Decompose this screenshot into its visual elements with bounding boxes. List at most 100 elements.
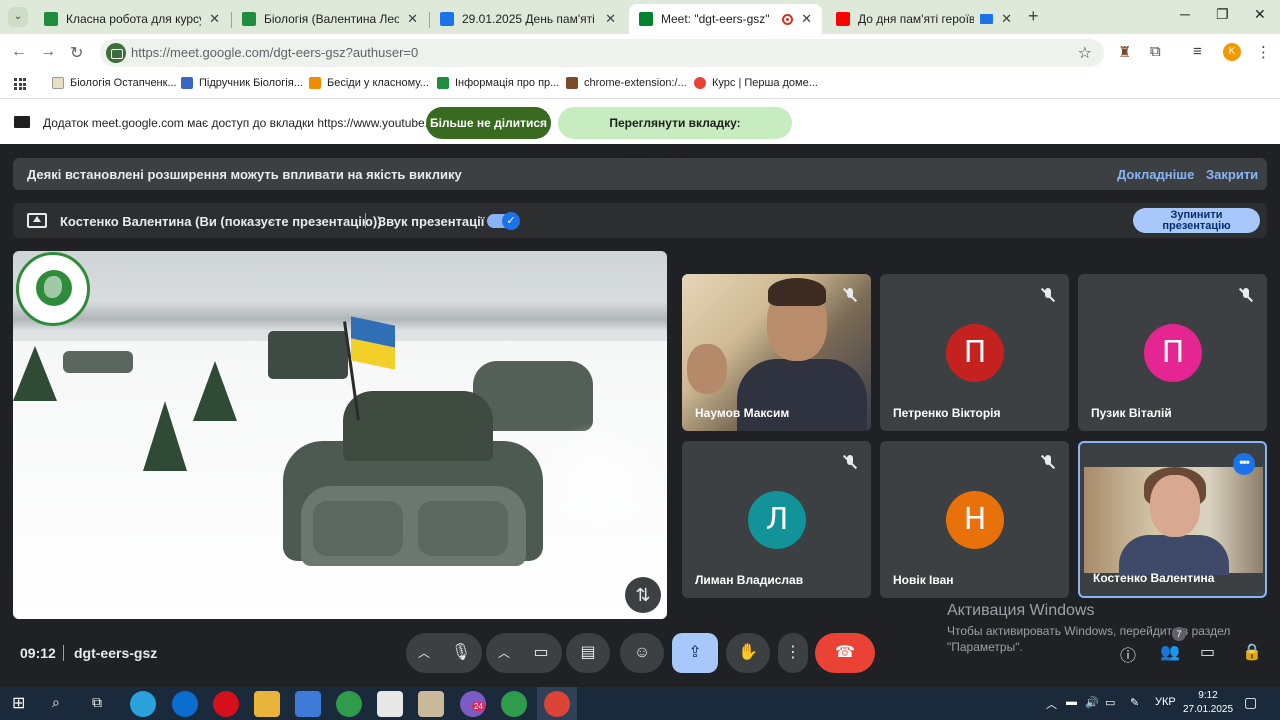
leave-call-button[interactable]: ☎	[815, 633, 875, 673]
apps-grid-icon[interactable]	[14, 78, 26, 90]
back-icon[interactable]: ←	[11, 43, 27, 61]
tab-heroes-day[interactable]: 29.01.2025 День пам'яті Героїв ✕	[430, 4, 626, 34]
profile-avatar[interactable]: K	[1223, 43, 1241, 61]
extensions-puzzle-icon[interactable]: ⧉	[1150, 43, 1161, 60]
meeting-info-icon[interactable]: ⓘ	[1120, 642, 1136, 666]
bookmark-star-icon[interactable]: ☆	[1078, 43, 1092, 63]
close-warning-link[interactable]: Закрити	[1206, 167, 1258, 182]
stop-presenting-button[interactable]: Зупинити презентацію	[1133, 208, 1260, 233]
extensions-warning-bar: Деякі встановлені розширення можуть впли…	[13, 158, 1267, 190]
participant-tile[interactable]: Наумов Максим	[682, 274, 871, 431]
trident-icon	[181, 77, 193, 89]
raise-hand-button[interactable]: ✋	[726, 633, 770, 673]
participant-tile[interactable]: Н Новік Іван	[880, 441, 1069, 598]
host-controls-icon[interactable]: 🔒	[1242, 642, 1262, 662]
search-icon[interactable]: ⌕	[52, 694, 60, 711]
camera-options-chevron-icon[interactable]: ︿	[484, 633, 524, 673]
mail-icon[interactable]	[295, 691, 321, 717]
file-explorer-icon[interactable]	[254, 691, 280, 717]
present-button[interactable]: ⇪	[672, 633, 718, 673]
site-info-icon[interactable]	[106, 43, 126, 63]
participant-tile[interactable]: П Петренко Вікторія	[880, 274, 1069, 431]
docs-icon	[440, 12, 454, 26]
battery-icon[interactable]: ▬	[1066, 696, 1077, 708]
hang-up-icon: ☎	[835, 644, 855, 661]
participant-tile[interactable]: П Пузик Віталій	[1078, 274, 1267, 431]
chrome-icon[interactable]	[501, 691, 527, 717]
tab-biology[interactable]: Біологія (Валентина Леонідівн ✕	[232, 4, 428, 34]
minimize-button[interactable]: ─	[1180, 6, 1190, 22]
participant-tile[interactable]: Л Лиман Владислав	[682, 441, 871, 598]
swap-layout-button[interactable]: ⇅	[625, 577, 661, 613]
truck-shape	[268, 331, 348, 379]
presentation-sound-toggle[interactable]: ✓	[487, 212, 520, 230]
participant-name: Новік Іван	[893, 573, 954, 587]
chat-icon[interactable]: ▭	[1200, 642, 1215, 662]
close-tab-icon[interactable]: ✕	[407, 11, 418, 27]
tab-classwork[interactable]: Класна робота для курсу "76 ✕	[34, 4, 230, 34]
notifications-icon[interactable]: ▢	[1244, 694, 1257, 711]
tree-shape	[193, 361, 237, 421]
mic-options-chevron-icon[interactable]: ︿	[404, 633, 444, 673]
meeting-code: dgt-eers-gsz	[74, 645, 158, 661]
presentation-sound-label: Звук презентації	[378, 214, 485, 229]
bookmark-item[interactable]: Інформація про пр...	[437, 77, 559, 89]
maximize-button[interactable]: ❐	[1216, 6, 1229, 23]
avatar: П	[1144, 324, 1202, 382]
bookmark-item[interactable]: Підручник Біологія...	[181, 77, 303, 89]
stop-sharing-button[interactable]: Більше не ділитися	[426, 107, 551, 139]
media-control-icon[interactable]: ≡	[1193, 43, 1202, 60]
close-window-button[interactable]: ✕	[1254, 6, 1266, 23]
mic-off-icon	[841, 286, 859, 304]
emoji-icon: ☺	[633, 644, 651, 661]
address-bar[interactable]: https://meet.google.com/dgt-eers-gsz?aut…	[100, 39, 1104, 67]
tab-search-button[interactable]: ⌄	[8, 7, 28, 27]
network-icon[interactable]: ▭	[1105, 696, 1115, 709]
app-icon[interactable]	[418, 691, 444, 717]
store-icon[interactable]	[377, 691, 403, 717]
activation-watermark-title: Активация Windows	[947, 602, 1095, 619]
bookmark-item[interactable]: chrome-extension:/...	[566, 77, 687, 89]
captions-button[interactable]: ▤	[566, 633, 610, 673]
tab-strip: ⌄ Класна робота для курсу "76 ✕ Біологія…	[0, 0, 1280, 34]
extension-icon[interactable]: ♜	[1118, 43, 1131, 61]
task-view-icon[interactable]: ⧉	[92, 694, 102, 711]
people-icon[interactable]: 👥	[1160, 642, 1180, 662]
reload-icon[interactable]: ↻	[70, 43, 83, 63]
edge-icon[interactable]	[172, 691, 198, 717]
volume-icon[interactable]: 🔊	[1085, 696, 1099, 709]
opera-icon[interactable]	[213, 691, 239, 717]
more-options-icon[interactable]: •••	[1233, 453, 1255, 475]
bookmark-item[interactable]: Курс | Перша доме...	[694, 77, 818, 89]
language-indicator[interactable]: УКР	[1155, 696, 1176, 708]
taskbar-clock[interactable]: 9:12 27.01.2025	[1183, 689, 1233, 717]
mic-off-icon	[1039, 453, 1057, 471]
reactions-button[interactable]: ☺	[620, 633, 664, 673]
participant-tile-self[interactable]: ••• Костенко Валентина	[1078, 441, 1267, 598]
tab-meet[interactable]: Meet: "dgt-eers-gsz" ✕	[629, 4, 822, 34]
view-shared-tab-button[interactable]: Переглянути вкладку: www.youtube.com	[558, 107, 792, 162]
start-icon[interactable]: ⊞	[12, 693, 25, 713]
meet-icon	[639, 12, 653, 26]
url-text[interactable]: https://meet.google.com/dgt-eers-gsz?aut…	[131, 45, 418, 60]
tray-chevron-icon[interactable]: ︿	[1046, 696, 1057, 712]
close-tab-icon[interactable]: ✕	[1001, 11, 1012, 27]
close-tab-icon[interactable]: ✕	[209, 11, 220, 27]
learn-more-link[interactable]: Докладніше	[1117, 167, 1194, 182]
tab-youtube[interactable]: До дня пам'яті героїв Крут ✕	[826, 4, 1022, 34]
captions-icon: ▤	[580, 644, 596, 661]
new-tab-button[interactable]: +	[1028, 6, 1039, 27]
close-tab-icon[interactable]: ✕	[605, 11, 616, 27]
close-tab-icon[interactable]: ✕	[801, 11, 812, 27]
bookmark-item[interactable]: Бесіди у класному...	[309, 77, 429, 89]
telegram-icon[interactable]	[130, 691, 156, 717]
menu-dots-icon[interactable]: ⋮	[1256, 43, 1271, 61]
participant-video	[1084, 467, 1263, 575]
chrome-icon[interactable]	[544, 691, 570, 717]
more-options-button[interactable]: ⋮	[778, 633, 808, 673]
browser-toolbar: ← → ↻ https://meet.google.com/dgt-eers-g…	[0, 34, 1280, 72]
bookmark-item[interactable]: Біологія Остапченк...	[52, 77, 177, 89]
pen-icon[interactable]: ✎	[1130, 696, 1139, 709]
chrome-icon[interactable]	[336, 691, 362, 717]
forward-icon[interactable]: →	[40, 43, 56, 61]
